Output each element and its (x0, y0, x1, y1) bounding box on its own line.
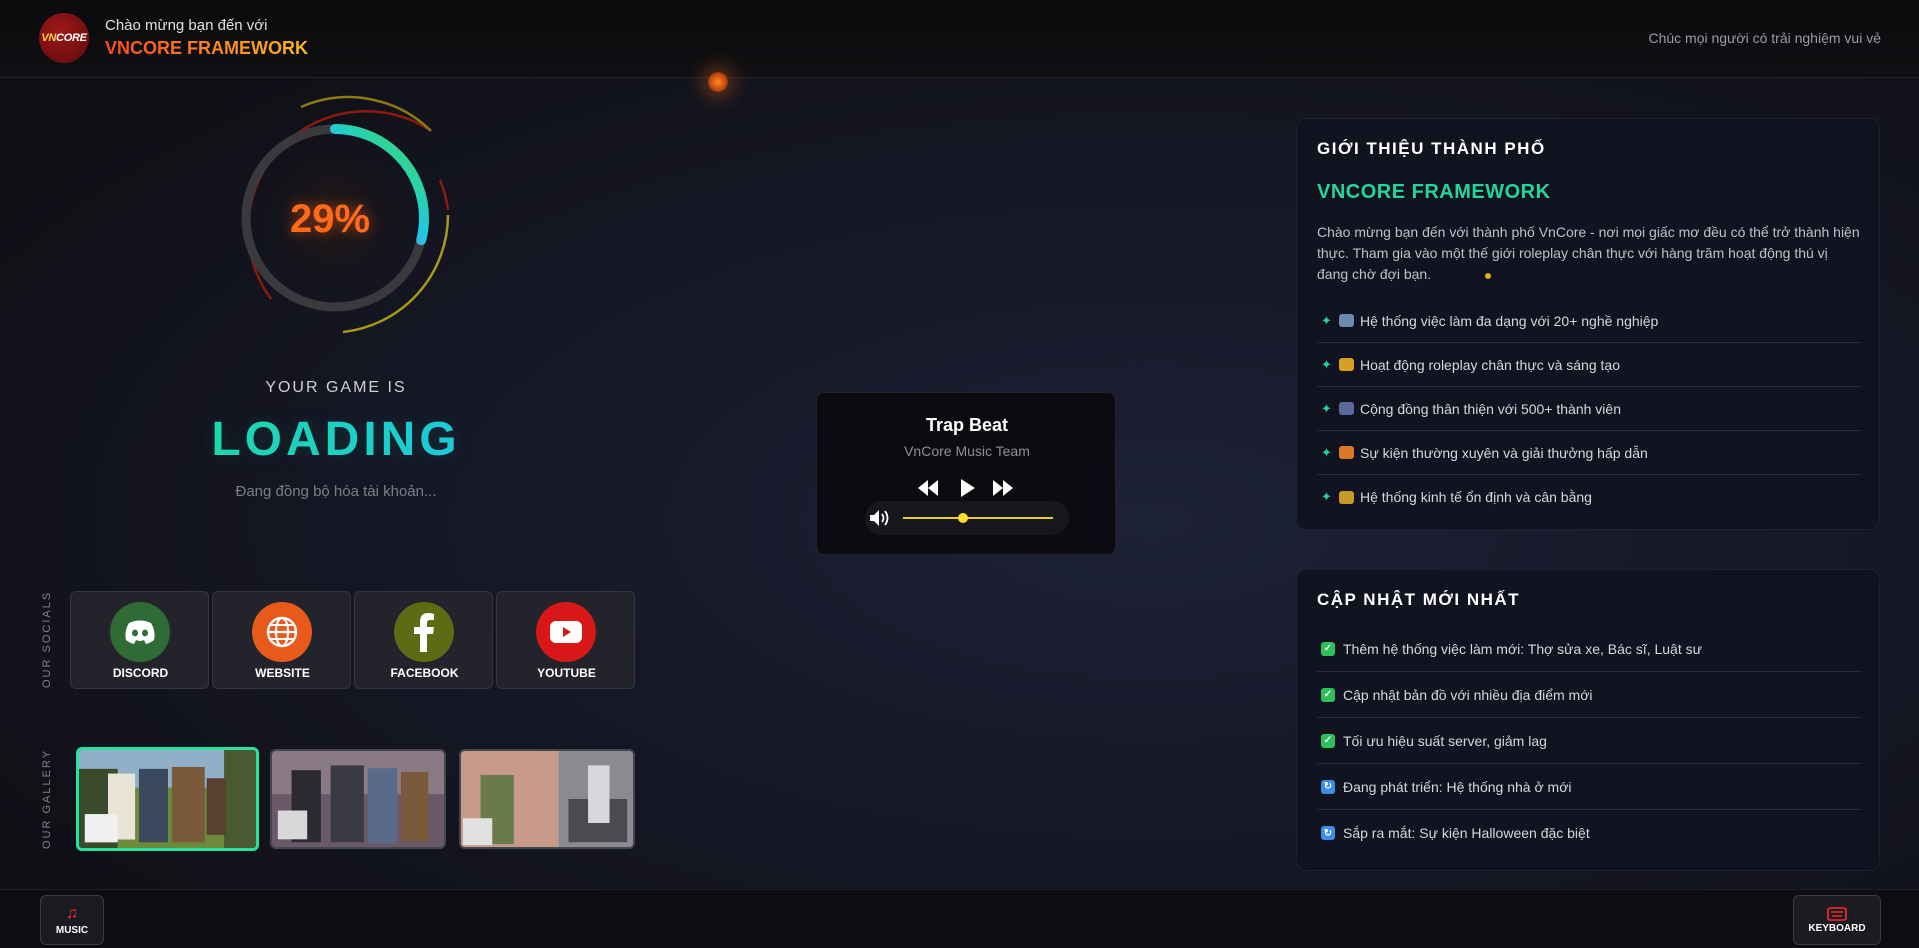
volume-slider-knob[interactable] (958, 513, 968, 523)
music-note-icon: ♫ (66, 904, 78, 922)
people-icon (1339, 402, 1354, 415)
gallery-image-2 (272, 751, 444, 847)
fast-forward-button[interactable] (991, 476, 1015, 500)
check-icon: ✓ (1321, 733, 1335, 748)
tagline: Chúc mọi người có trải nghiệm vui vẻ (1648, 30, 1881, 46)
track-artist: VnCore Music Team (904, 443, 1030, 459)
bottom-bar (0, 889, 1919, 948)
rewind-button[interactable] (916, 476, 940, 500)
social-facebook-button[interactable]: FACEBOOK (354, 591, 493, 689)
social-website-button[interactable]: WEBSITE (212, 591, 351, 689)
volume-control (865, 501, 1069, 535)
discord-label: DISCORD (112, 666, 169, 680)
update-item: ✓ Cập nhật bản đồ với nhiều địa điểm mới (1317, 672, 1862, 718)
feature-item: ✦ Hệ thống việc làm đa dạng với 20+ nghề… (1317, 299, 1862, 343)
top-header: VN CORE Chào mừng bạn đến với VNCORE FRAM… (0, 0, 1919, 78)
welcome-text: Chào mừng bạn đến với (105, 17, 268, 34)
play-icon (961, 479, 975, 497)
your-game-is-label: YOUR GAME IS (265, 379, 407, 396)
updates-title: CẬP NHẬT MỚI NHẤT (1317, 590, 1521, 609)
latest-updates-panel: CẬP NHẬT MỚI NHẤT ✓ Thêm hệ thống việc l… (1296, 569, 1880, 871)
sparkle-icon: ✦ (1321, 444, 1332, 460)
refresh-icon: ↻ (1321, 779, 1335, 794)
check-icon: ✓ (1321, 687, 1335, 702)
sparkle-icon: ✦ (1321, 356, 1332, 372)
globe-icon (266, 616, 298, 648)
loading-progress-ring: 29% (200, 85, 460, 345)
update-item: ✓ Tối ưu hiệu suất server, giảm lag (1317, 718, 1862, 764)
city-intro-panel: GIỚI THIỆU THÀNH PHỐ VNCORE FRAMEWORK Ch… (1296, 118, 1880, 530)
keyboard-button[interactable]: KEYBOARD (1793, 895, 1881, 945)
facebook-circle (394, 602, 454, 662)
update-item: ✓ Thêm hệ thống việc làm mới: Thợ sửa xe… (1317, 626, 1862, 672)
website-label: WEBSITE (255, 666, 310, 680)
office-icon (1339, 314, 1354, 327)
our-gallery-label: OUR GALLERY (41, 748, 53, 849)
vncore-logo: VN CORE (39, 13, 89, 63)
social-discord-button[interactable]: DISCORD (70, 591, 209, 689)
play-button[interactable] (955, 476, 979, 500)
check-icon: ✓ (1321, 641, 1335, 656)
discord-icon (125, 620, 155, 644)
youtube-label: YOUTUBE (537, 666, 596, 680)
our-socials-label: OUR SOCIALS (41, 590, 53, 688)
brand-title: VNCORE FRAMEWORK (105, 38, 308, 58)
yellow-dot-decoration (1485, 273, 1491, 279)
gallery-thumbnail-3[interactable] (459, 749, 635, 849)
volume-icon[interactable] (869, 509, 891, 527)
discord-circle (110, 602, 170, 662)
update-item: ↻ Sắp ra mắt: Sự kiện Halloween đặc biệt (1317, 810, 1862, 856)
progress-percent: 29% (289, 197, 371, 241)
gallery-image-3 (461, 751, 633, 847)
facebook-icon (414, 613, 434, 652)
party-icon (1339, 446, 1354, 459)
gallery-thumbnail-1[interactable] (76, 747, 259, 851)
music-toggle-button[interactable]: ♫ MUSIC (40, 895, 104, 945)
intro-title: GIỚI THIỆU THÀNH PHỐ (1317, 139, 1546, 158)
loading-heading: LOADING (180, 412, 492, 467)
youtube-circle (536, 602, 596, 662)
volume-slider-track[interactable] (903, 517, 1053, 519)
feature-item: ✦ Hoạt động roleplay chân thực và sáng t… (1317, 343, 1862, 387)
sync-status: Đang đồng bộ hóa tài khoản... (235, 483, 437, 500)
feature-item: ✦ Sự kiện thường xuyên và giải thưởng hấ… (1317, 431, 1862, 475)
intro-description: Chào mừng bạn đến với thành phố VnCore -… (1317, 224, 1860, 282)
gallery-image-1 (79, 750, 256, 848)
glow-orb-decoration (708, 72, 728, 92)
fast-forward-icon (993, 480, 1013, 496)
gallery-thumbnail-2[interactable] (270, 749, 446, 849)
facebook-label: FACEBOOK (390, 666, 459, 680)
money-bag-icon (1339, 490, 1354, 504)
sparkle-icon: ✦ (1321, 400, 1332, 416)
refresh-icon: ↻ (1321, 826, 1335, 840)
feature-item: ✦ Hệ thống kinh tế ổn định và cân bằng (1317, 475, 1862, 519)
social-youtube-button[interactable]: YOUTUBE (496, 591, 635, 689)
website-circle (252, 602, 312, 662)
sparkle-icon: ✦ (1321, 312, 1332, 328)
masks-icon (1339, 358, 1354, 371)
update-item: ↻ Đang phát triển: Hệ thống nhà ở mới (1317, 764, 1862, 810)
intro-brand: VNCORE FRAMEWORK (1317, 181, 1551, 203)
sparkle-icon: ✦ (1321, 489, 1332, 504)
rewind-icon (918, 480, 938, 496)
track-title: Trap Beat (925, 415, 1009, 435)
feature-item: ✦ Cộng đồng thân thiện với 500+ thành vi… (1317, 387, 1862, 431)
music-player: Trap Beat VnCore Music Team (816, 392, 1116, 555)
keyboard-icon (1827, 906, 1847, 921)
youtube-icon (550, 621, 582, 643)
